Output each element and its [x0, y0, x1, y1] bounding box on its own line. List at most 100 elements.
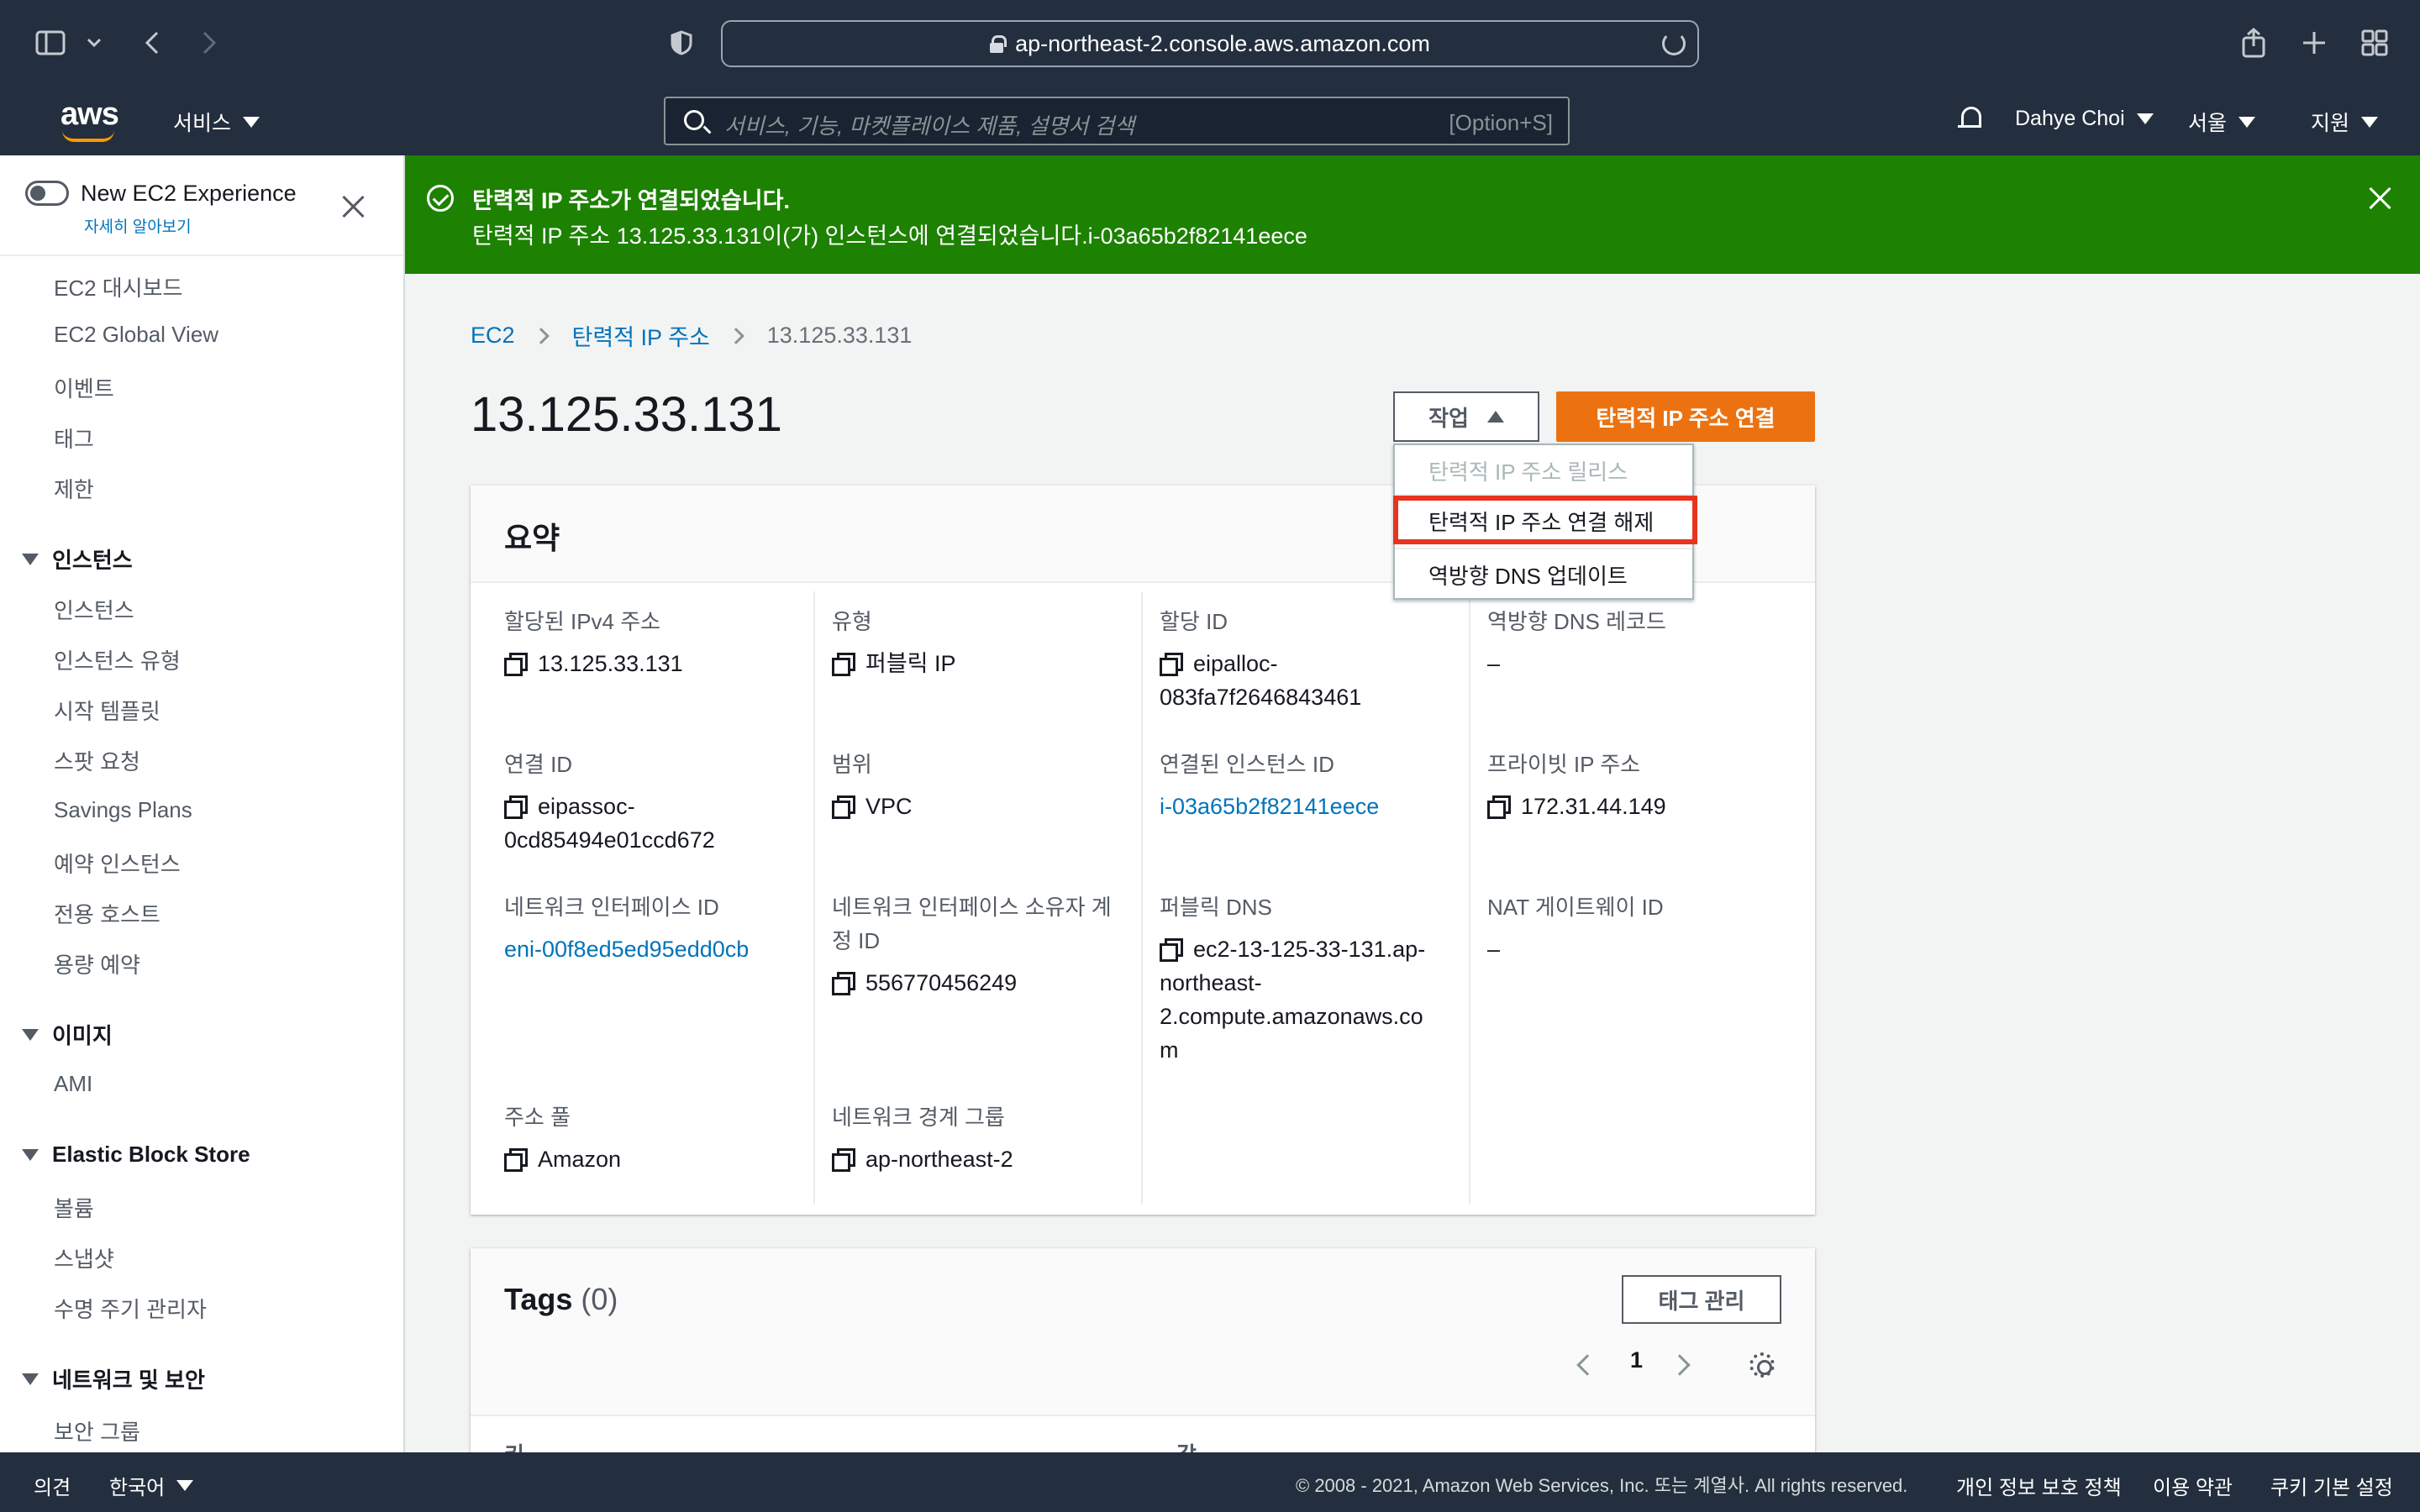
sidebar-item-reserved-instances[interactable]: 예약 인스턴스 [54, 848, 181, 879]
caret-up-icon [1486, 411, 1504, 423]
field-value: – [1487, 937, 1501, 962]
field-label-cont: 정 ID [832, 928, 881, 953]
new-experience-toggle[interactable] [25, 181, 69, 206]
sidebar-item-launch-templates[interactable]: 시작 템플릿 [54, 695, 160, 726]
menu-divider [1395, 548, 1692, 549]
flash-title: 탄력적 IP 주소가 연결되었습니다. [472, 188, 790, 213]
shield-icon[interactable] [669, 18, 694, 67]
user-menu[interactable]: Dahye Choi [2015, 107, 2154, 131]
support-menu[interactable]: 지원 [2311, 107, 2379, 137]
sidebar-section-network-security[interactable]: 네트워크 및 보안 [22, 1363, 205, 1394]
network-interface-link[interactable]: eni-00f8ed5ed95edd0cb [504, 932, 798, 966]
chevron-left-icon[interactable] [1576, 1354, 1598, 1376]
caret-down-icon [2136, 113, 2154, 124]
copyright-text: © 2008 - 2021, Amazon Web Services, Inc.… [1296, 1475, 1908, 1496]
associate-elastic-ip-button[interactable]: 탄력적 IP 주소 연결 [1556, 391, 1815, 442]
sidebar-item-spot-requests[interactable]: 스팟 요청 [54, 745, 140, 776]
field-allocated-ipv4: 할당된 IPv4 주소 13.125.33.131 [504, 605, 798, 680]
sidebar-section-images[interactable]: 이미지 [22, 1019, 113, 1050]
sidebar-item-volumes[interactable]: 볼륨 [54, 1192, 94, 1223]
breadcrumb-elastic-ips[interactable]: 탄력적 IP 주소 [572, 319, 710, 352]
sidebar-item-savings-plans[interactable]: Savings Plans [54, 797, 192, 823]
sidebar-item-capacity-reservations[interactable]: 용량 예약 [54, 948, 140, 979]
sidebar-section-instances[interactable]: 인스턴스 [22, 543, 133, 575]
search-input[interactable]: 서비스, 기능, 마켓플레이스 제품, 설명서 검색 [Option+S] [664, 97, 1570, 145]
privacy-link[interactable]: 개인 정보 보호 정책 [1956, 1471, 2122, 1500]
field-label: 프라이빗 IP 주소 [1487, 752, 1641, 777]
field-label: 네트워크 인터페이스 소유자 계 [832, 895, 1112, 920]
learn-more-link[interactable]: 자세히 알아보기 [84, 214, 192, 237]
sidebar-item-ami[interactable]: AMI [54, 1071, 92, 1097]
actions-dropdown-menu: 탄력적 IP 주소 릴리스 탄력적 IP 주소 연결 해제 역방향 DNS 업데… [1393, 444, 1697, 600]
reload-icon[interactable] [1662, 32, 1686, 55]
column-divider [1141, 591, 1143, 1205]
back-icon[interactable] [139, 18, 165, 67]
instance-id-link[interactable]: i-03a65b2f82141eece [1160, 790, 1454, 823]
gear-icon[interactable] [1749, 1352, 1775, 1378]
address-bar[interactable]: ap-northeast-2.console.aws.amazon.com [721, 20, 1699, 67]
cookie-preferences-link[interactable]: 쿠키 기본 설정 [2270, 1471, 2393, 1500]
field-label: 유형 [832, 609, 872, 634]
close-icon[interactable] [339, 192, 368, 221]
field-value-cont: 0cd85494e01ccd672 [504, 827, 715, 853]
copy-icon[interactable] [504, 653, 528, 676]
sidebar-item-dedicated-hosts[interactable]: 전용 호스트 [54, 898, 160, 929]
actions-label: 작업 [1428, 405, 1469, 431]
flash-message: 탄력적 IP 주소 13.125.33.131이(가) 인스턴스에 연결되었습니… [472, 223, 1307, 249]
caret-down-icon [2361, 116, 2379, 128]
chevron-right-icon[interactable] [1669, 1354, 1691, 1376]
services-menu[interactable]: 서비스 [173, 107, 260, 137]
copy-icon[interactable] [832, 972, 855, 995]
sidebar-toggle-icon[interactable] [34, 18, 67, 67]
field-value: eipalloc- [1193, 651, 1278, 676]
share-icon[interactable] [2238, 18, 2269, 67]
forward-icon[interactable] [197, 18, 222, 67]
sidebar-item-events[interactable]: 이벤트 [54, 372, 114, 403]
tab-overview-icon[interactable] [2360, 18, 2390, 67]
region-menu[interactable]: 서울 [2188, 107, 2256, 137]
field-value: Amazon [538, 1147, 622, 1172]
sidebar-item-security-groups[interactable]: 보안 그룹 [54, 1415, 140, 1446]
caret-down-icon [243, 116, 260, 128]
chevron-down-icon[interactable] [84, 18, 104, 67]
sidebar-item-global-view[interactable]: EC2 Global View [54, 322, 218, 348]
actions-button[interactable]: 작업 [1393, 391, 1539, 442]
copy-icon[interactable] [832, 1148, 855, 1172]
sidebar-item-lifecycle-manager[interactable]: 수명 주기 관리자 [54, 1293, 207, 1324]
aws-logo[interactable]: aws [60, 97, 119, 133]
copy-icon[interactable] [504, 1148, 528, 1172]
copy-icon[interactable] [1160, 938, 1183, 962]
page-number[interactable]: 1 [1630, 1347, 1643, 1373]
field-public-dns: 퍼블릭 DNS ec2-13-125-33-131.ap-northeast- 2… [1160, 890, 1454, 1067]
copy-icon[interactable] [1160, 653, 1183, 676]
close-icon[interactable] [2366, 184, 2395, 213]
new-tab-icon[interactable] [2299, 18, 2329, 67]
copy-icon[interactable] [832, 795, 855, 819]
sidebar-item-instances[interactable]: 인스턴스 [54, 594, 134, 625]
field-type: 유형 퍼블릭 IP [832, 605, 1126, 680]
field-reverse-dns: 역방향 DNS 레코드 – [1487, 605, 1781, 680]
sidebar-item-instance-types[interactable]: 인스턴스 유형 [54, 644, 181, 675]
language-selector[interactable]: 한국어 [109, 1471, 194, 1500]
bell-icon[interactable] [1958, 105, 1983, 134]
sidebar-item-dashboard[interactable]: EC2 대시보드 [54, 271, 182, 302]
new-experience-label: New EC2 Experience [81, 181, 297, 206]
tags-header: Tags (0) 태그 관리 1 [471, 1248, 1815, 1416]
sidebar-item-limits[interactable]: 제한 [54, 473, 94, 504]
sidebar-section-ebs[interactable]: Elastic Block Store [22, 1142, 250, 1168]
sidebar-item-tags[interactable]: 태그 [54, 423, 94, 454]
copy-icon[interactable] [504, 795, 528, 819]
field-value: 556770456249 [865, 970, 1018, 995]
copy-icon[interactable] [832, 653, 855, 676]
field-private-ip: 프라이빗 IP 주소 172.31.44.149 [1487, 748, 1781, 823]
column-divider [1469, 591, 1470, 1205]
menu-item-update-reverse-dns[interactable]: 역방향 DNS 업데이트 [1428, 559, 1628, 591]
terms-link[interactable]: 이용 약관 [2153, 1471, 2233, 1500]
summary-title: 요약 [504, 521, 560, 555]
breadcrumb-ec2[interactable]: EC2 [471, 323, 515, 349]
expand-icon [22, 1148, 39, 1161]
copy-icon[interactable] [1487, 795, 1511, 819]
feedback-link[interactable]: 의견 [34, 1471, 71, 1500]
manage-tags-button[interactable]: 태그 관리 [1622, 1275, 1781, 1324]
sidebar-item-snapshots[interactable]: 스냅샷 [54, 1242, 114, 1273]
